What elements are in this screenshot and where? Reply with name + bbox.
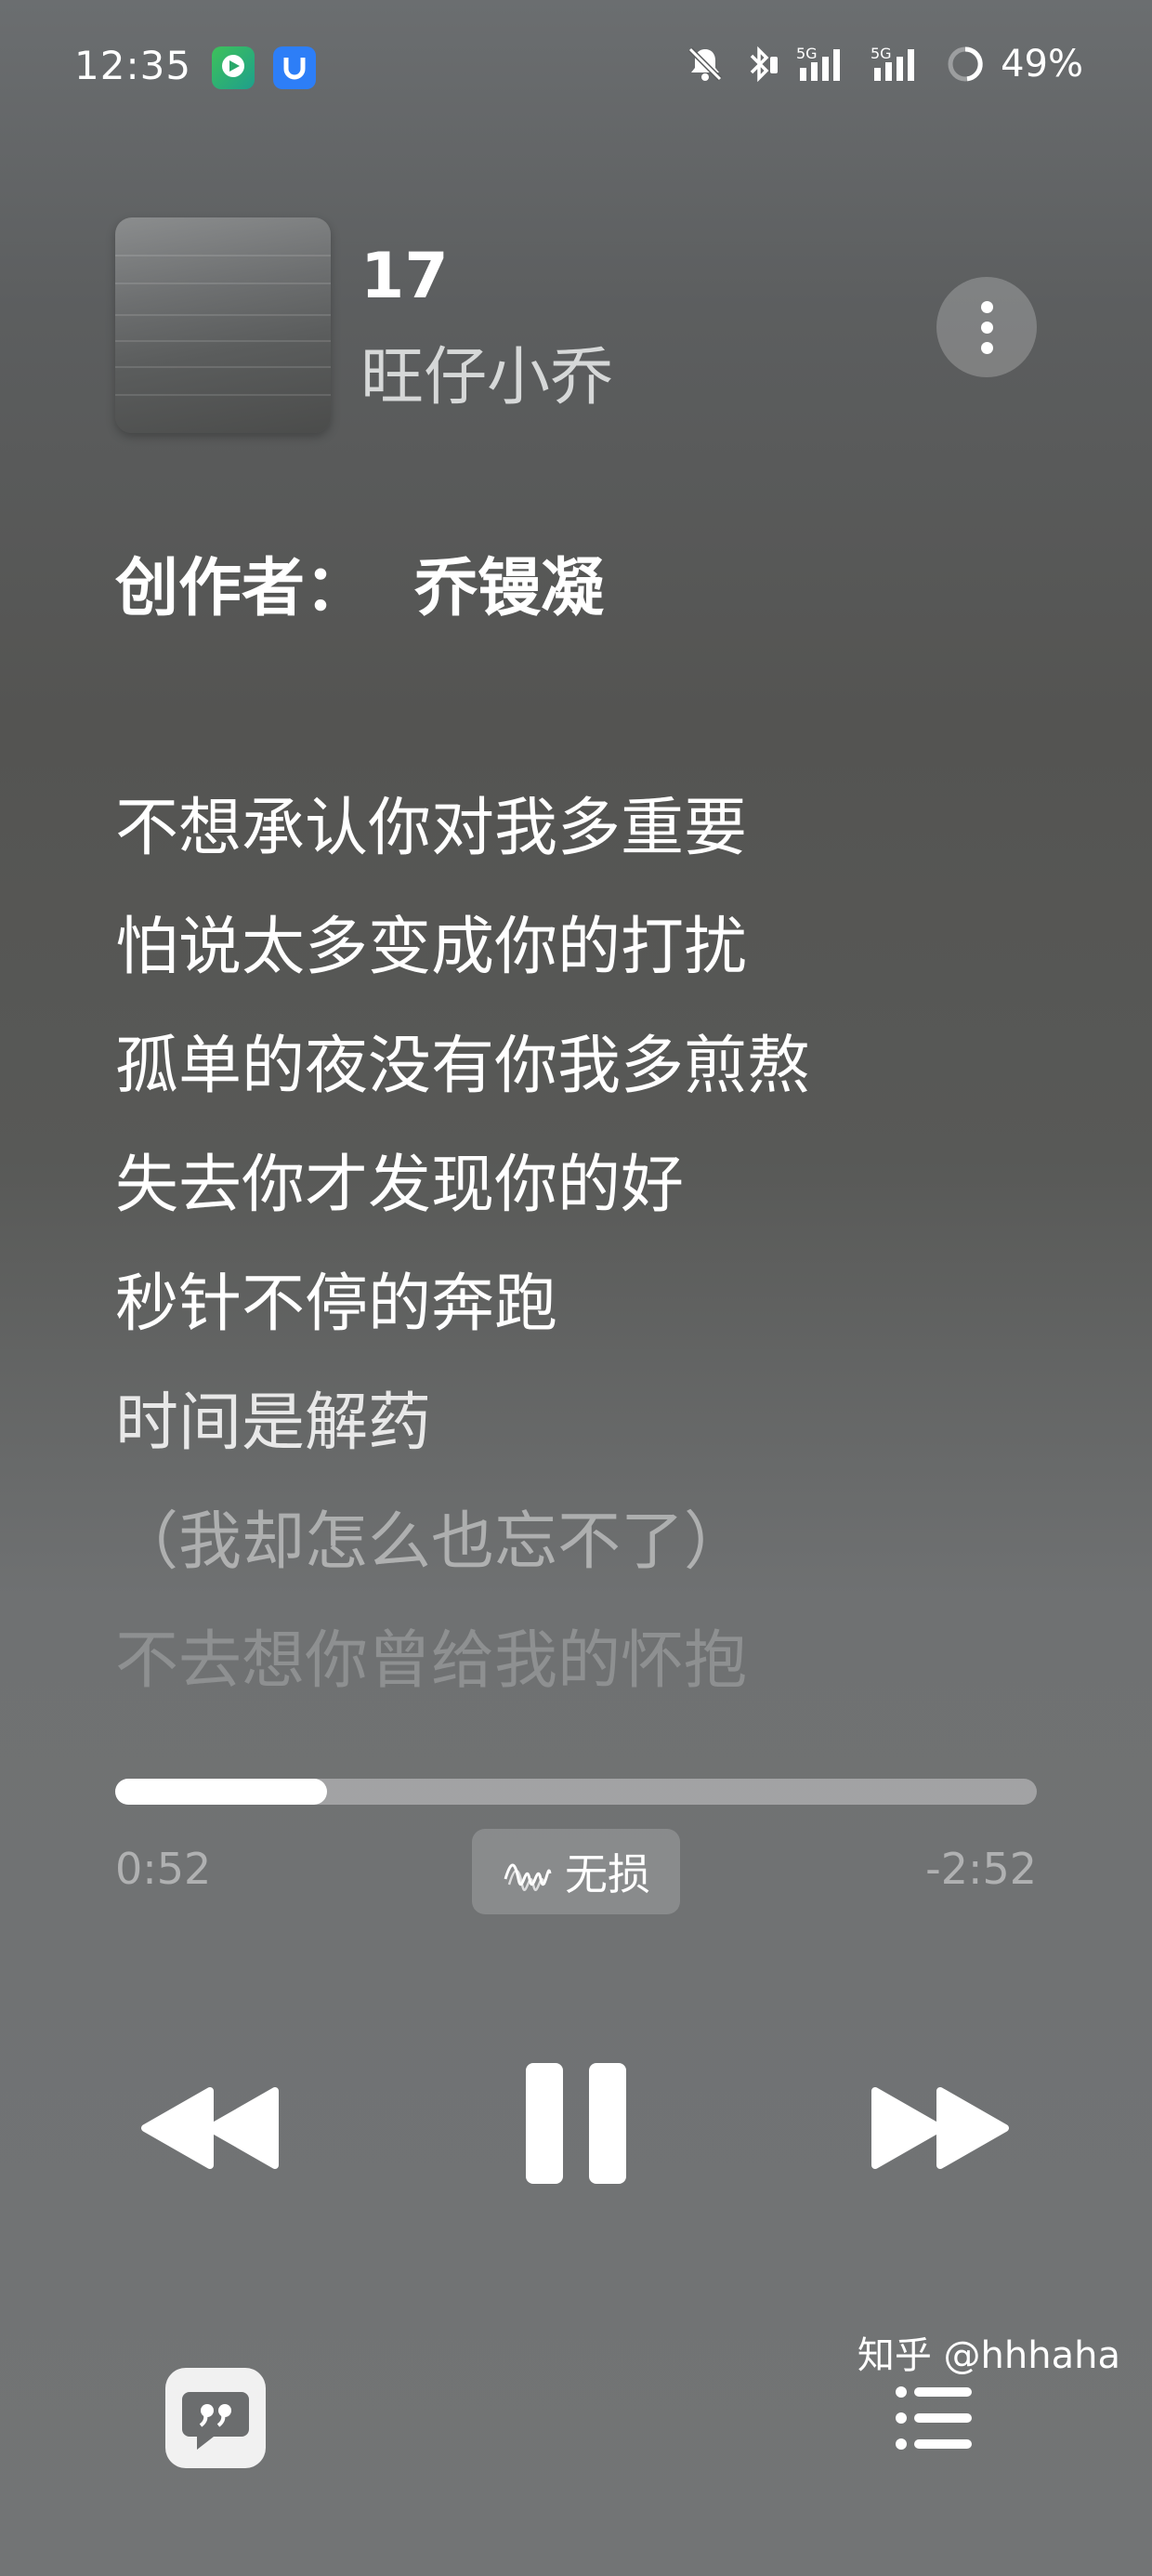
credit-name: 乔镘凝 bbox=[414, 552, 605, 625]
more-dots-icon bbox=[980, 300, 993, 313]
svg-text:5G: 5G bbox=[871, 45, 892, 62]
pause-button[interactable] bbox=[524, 2061, 628, 2186]
queue-button[interactable] bbox=[896, 2385, 974, 2451]
lossless-badge[interactable]: 无损 bbox=[472, 1829, 680, 1914]
lyric-line[interactable]: 孤单的夜没有你我多煎熬 bbox=[115, 1030, 810, 1104]
remaining-time: -2:52 bbox=[925, 1844, 1037, 1894]
queue-list-icon bbox=[896, 2386, 972, 2450]
lyric-line-fading[interactable]: 不去想你曾给我的怀抱 bbox=[115, 1624, 747, 1699]
battery-percent: 49% bbox=[1001, 43, 1083, 85]
song-title: 17 bbox=[360, 240, 449, 313]
battery-ring-icon bbox=[948, 46, 983, 82]
progress-fill[interactable] bbox=[115, 1779, 327, 1805]
bluetooth-icon bbox=[750, 46, 779, 83]
fast-forward-icon[interactable] bbox=[866, 2082, 1015, 2175]
lyric-line[interactable]: 秒针不停的奔跑 bbox=[115, 1268, 557, 1342]
lyrics-credit: 创作者： 乔镘凝 bbox=[115, 552, 604, 626]
lyric-line[interactable]: 时间是解药 bbox=[115, 1387, 431, 1461]
more-options-button[interactable] bbox=[936, 277, 1037, 377]
album-art[interactable] bbox=[115, 217, 331, 433]
lossless-label: 无损 bbox=[565, 1849, 650, 1899]
watermark: 知乎 @hhhaha bbox=[857, 2334, 1120, 2377]
status-time: 12:35 bbox=[74, 43, 192, 88]
song-artist[interactable]: 旺仔小乔 bbox=[360, 325, 613, 417]
elapsed-time: 0:52 bbox=[115, 1844, 212, 1894]
lyric-line-background[interactable]: （我却怎么也忘不了） bbox=[115, 1505, 747, 1580]
lyrics-button[interactable] bbox=[164, 2366, 268, 2470]
waveform-icon bbox=[504, 1863, 552, 1892]
mute-icon bbox=[687, 46, 723, 82]
svg-text:5G: 5G bbox=[796, 45, 818, 62]
rewind-icon[interactable] bbox=[137, 2082, 286, 2175]
lyric-line[interactable]: 怕说太多变成你的打扰 bbox=[115, 911, 747, 985]
lyric-line[interactable]: 不想承认你对我多重要 bbox=[115, 792, 747, 866]
credit-label: 创作者： bbox=[115, 552, 369, 625]
lyrics-bubble-icon bbox=[165, 2368, 266, 2468]
signal-5g-icon: 5G bbox=[796, 45, 841, 81]
pause-icon bbox=[526, 2063, 626, 2184]
signal-5g-icon: 5G bbox=[871, 45, 915, 81]
status-icons: 5G 5G 49% bbox=[685, 43, 1083, 85]
app-icon-blue bbox=[273, 46, 316, 89]
lyric-line[interactable]: 失去你才发现你的好 bbox=[115, 1149, 684, 1223]
app-icon-green bbox=[212, 46, 255, 89]
